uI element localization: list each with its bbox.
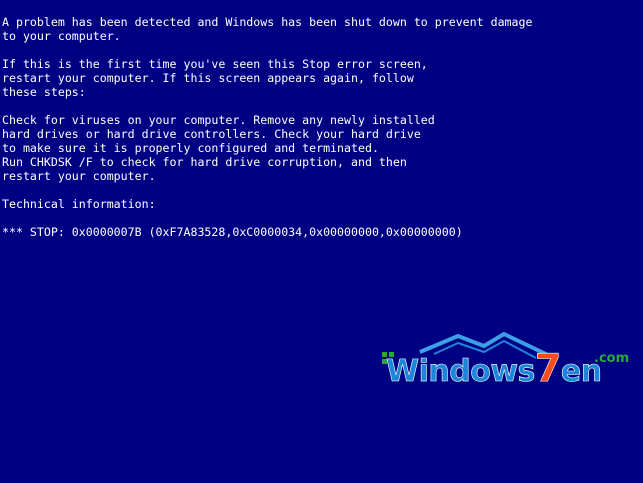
- roof-outline: [419, 332, 551, 358]
- first-time-instruction-line: these steps:: [2, 85, 86, 99]
- watermark-digit: 7: [535, 346, 561, 388]
- stop-error-screen: A problem has been detected and Windows …: [0, 0, 643, 483]
- first-time-instruction-line: If this is the first time you've seen th…: [2, 57, 428, 71]
- site-watermark-logo: Windows7en .com: [380, 332, 635, 388]
- troubleshooting-step-line: hard drives or hard drive controllers. C…: [2, 127, 421, 141]
- troubleshooting-step-line: Run CHKDSK /F to check for hard drive co…: [2, 155, 407, 169]
- technical-info-heading: Technical information:: [2, 197, 156, 211]
- stop-code-line: *** STOP: 0x0000007B (0xF7A83528,0xC0000…: [2, 225, 463, 239]
- watermark-graphic: Windows7en .com: [382, 332, 629, 388]
- first-time-instruction-line: restart your computer. If this screen ap…: [2, 71, 414, 85]
- troubleshooting-step-line: Check for viruses on your computer. Remo…: [2, 113, 435, 127]
- error-intro-line: to your computer.: [2, 29, 121, 43]
- error-intro-line: A problem has been detected and Windows …: [2, 15, 533, 29]
- svg-text:Windows7en: Windows7en: [386, 346, 602, 388]
- troubleshooting-step-line: restart your computer.: [2, 169, 156, 183]
- watermark-word-windows: Windows: [386, 354, 535, 388]
- troubleshooting-step-line: to make sure it is properly configured a…: [2, 141, 379, 155]
- watermark-suffix: .com: [594, 351, 629, 366]
